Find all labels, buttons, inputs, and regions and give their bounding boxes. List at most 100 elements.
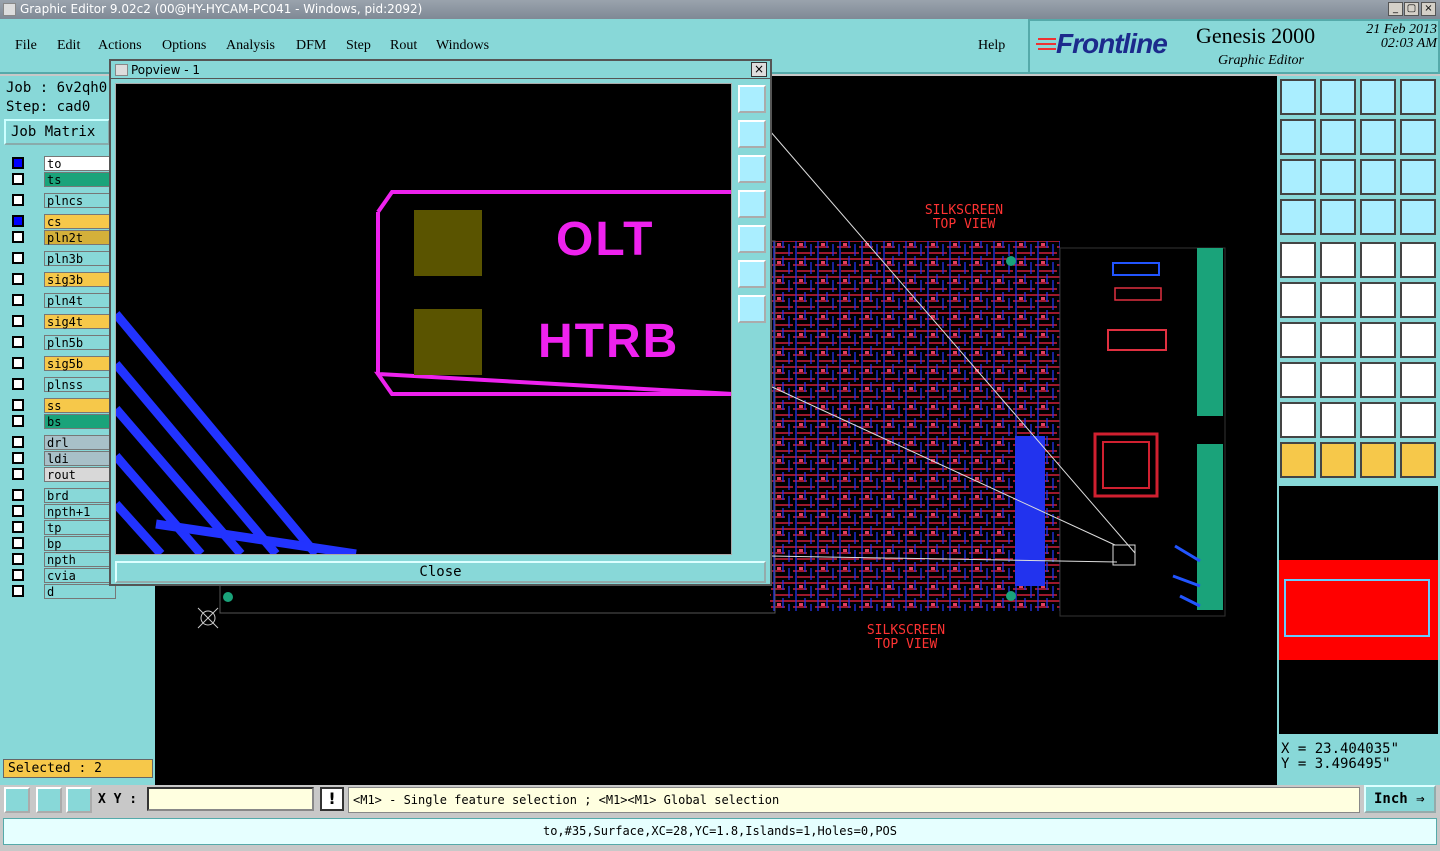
layer-row-bp[interactable]: bp xyxy=(8,536,120,551)
layer-row-d[interactable]: d xyxy=(8,584,120,599)
line-red-icon[interactable] xyxy=(1400,282,1436,318)
layer-name[interactable]: cs xyxy=(44,214,116,229)
popview-close-button[interactable]: Close xyxy=(115,561,766,583)
layer-checkbox[interactable] xyxy=(12,399,24,411)
home-icon[interactable] xyxy=(1280,79,1316,115)
layer-checkbox[interactable] xyxy=(12,436,24,448)
layer-checkbox[interactable] xyxy=(12,415,24,427)
layer-checkbox[interactable] xyxy=(12,537,24,549)
layer-checkbox[interactable] xyxy=(12,378,24,390)
pad-icon[interactable] xyxy=(1400,322,1436,358)
layer-name[interactable]: pln5b xyxy=(44,335,116,350)
layer-name[interactable]: bs xyxy=(44,414,116,429)
menu-options[interactable]: Options xyxy=(162,38,206,54)
net-icon[interactable] xyxy=(1280,282,1316,318)
layer-name[interactable]: drl xyxy=(44,435,116,450)
layer-row-sig5b[interactable]: sig5b xyxy=(8,356,120,371)
layer-name[interactable]: sig4t xyxy=(44,314,116,329)
layer-name[interactable]: ldi xyxy=(44,451,116,466)
house-icon[interactable] xyxy=(1360,79,1396,115)
pop-left-icon[interactable] xyxy=(738,190,766,218)
layer-checkbox[interactable] xyxy=(12,194,24,206)
overview-preview[interactable] xyxy=(1279,486,1438,734)
layer-row-ss[interactable]: ss xyxy=(8,398,120,413)
grid-icon[interactable] xyxy=(1320,199,1356,235)
layer-name[interactable]: plncs xyxy=(44,193,116,208)
layer-name[interactable]: sig5b xyxy=(44,356,116,371)
layer-row-to[interactable]: to xyxy=(8,156,120,171)
layer-row-plncs[interactable]: plncs xyxy=(8,193,120,208)
snap-red-icon[interactable] xyxy=(1400,199,1436,235)
layer-row-npth[interactable]: npth xyxy=(8,552,120,567)
layer-checkbox[interactable] xyxy=(12,173,24,185)
pop-up-icon[interactable] xyxy=(738,120,766,148)
maximize-button[interactable]: ▢ xyxy=(1404,2,1419,16)
right-icon[interactable] xyxy=(1320,119,1356,155)
ratio-icon[interactable] xyxy=(1360,159,1396,195)
grid-snap-icon[interactable] xyxy=(66,787,92,813)
layer-checkbox[interactable] xyxy=(12,357,24,369)
layer-row-tp[interactable]: tp xyxy=(8,520,120,535)
angle-icon[interactable] xyxy=(1280,322,1316,358)
layer-name[interactable]: ss xyxy=(44,398,116,413)
layer-row-rout[interactable]: rout xyxy=(8,467,120,482)
layer-name[interactable]: ts xyxy=(44,172,116,187)
layer-checkbox[interactable] xyxy=(12,215,24,227)
down-icon[interactable] xyxy=(1320,79,1356,115)
layer-name[interactable]: d xyxy=(44,584,116,599)
layer-row-npth+1[interactable]: npth+1 xyxy=(8,504,120,519)
layer-name[interactable]: to xyxy=(44,156,116,171)
help-icon[interactable] xyxy=(1400,159,1436,195)
layer-checkbox[interactable] xyxy=(12,294,24,306)
layer-name[interactable]: npth xyxy=(44,552,116,567)
menu-edit[interactable]: Edit xyxy=(57,38,80,54)
layer-name[interactable]: pln2t xyxy=(44,230,116,245)
snap-icon[interactable] xyxy=(1360,199,1396,235)
zoom-fit-icon[interactable] xyxy=(1280,159,1316,195)
slash-icon[interactable] xyxy=(1320,322,1356,358)
menu-actions[interactable]: Actions xyxy=(98,38,142,54)
angle-measure-icon[interactable] xyxy=(36,787,62,813)
layer-checkbox[interactable] xyxy=(12,231,24,243)
layer-row-plnss[interactable]: plnss xyxy=(8,377,120,392)
layer-checkbox[interactable] xyxy=(12,252,24,264)
close-window-button[interactable]: × xyxy=(1421,2,1436,16)
menu-analysis[interactable]: Analysis xyxy=(226,38,275,54)
layer-checkbox[interactable] xyxy=(12,336,24,348)
split-icon[interactable] xyxy=(1400,79,1436,115)
xy-input[interactable] xyxy=(147,787,314,811)
arch-icon[interactable] xyxy=(1360,402,1396,438)
layer-row-drl[interactable]: drl xyxy=(8,435,120,450)
job-matrix-button[interactable]: Job Matrix xyxy=(4,119,110,145)
center-icon[interactable] xyxy=(1320,159,1356,195)
pop-fit-icon[interactable] xyxy=(738,260,766,288)
swap-icon[interactable] xyxy=(1360,119,1396,155)
units-selector[interactable]: Inch ⇒ xyxy=(1364,785,1436,813)
layer-row-ts[interactable]: ts xyxy=(8,172,120,187)
layer-name[interactable]: sig3b xyxy=(44,272,116,287)
menu-help[interactable]: Help xyxy=(978,38,1005,54)
route-icon[interactable] xyxy=(1400,442,1436,478)
alert-icon[interactable]: ! xyxy=(320,787,344,811)
layer-row-pln4t[interactable]: pln4t xyxy=(8,293,120,308)
select3-icon[interactable] xyxy=(1360,442,1396,478)
pen-icon[interactable] xyxy=(1280,242,1316,278)
node-icon[interactable] xyxy=(1280,362,1316,398)
layer-checkbox[interactable] xyxy=(12,489,24,501)
pop-down-icon[interactable] xyxy=(738,155,766,183)
rect-icon[interactable] xyxy=(1320,242,1356,278)
layer-name[interactable]: brd xyxy=(44,488,116,503)
layer-name[interactable]: pln3b xyxy=(44,251,116,266)
layer-checkbox[interactable] xyxy=(12,452,24,464)
dimension-icon[interactable] xyxy=(1360,362,1396,398)
left-icon[interactable] xyxy=(1280,119,1316,155)
layer-row-ldi[interactable]: ldi xyxy=(8,451,120,466)
layer-row-cvia[interactable]: cvia xyxy=(8,568,120,583)
circle-icon[interactable] xyxy=(1400,362,1436,398)
popview-canvas[interactable]: OLT HTRB xyxy=(115,83,732,555)
menu-dfm[interactable]: DFM xyxy=(296,38,326,54)
bar-icon[interactable] xyxy=(1320,362,1356,398)
layer-name[interactable]: bp xyxy=(44,536,116,551)
layer-name[interactable]: tp xyxy=(44,520,116,535)
popview-close-icon[interactable]: × xyxy=(751,62,767,77)
